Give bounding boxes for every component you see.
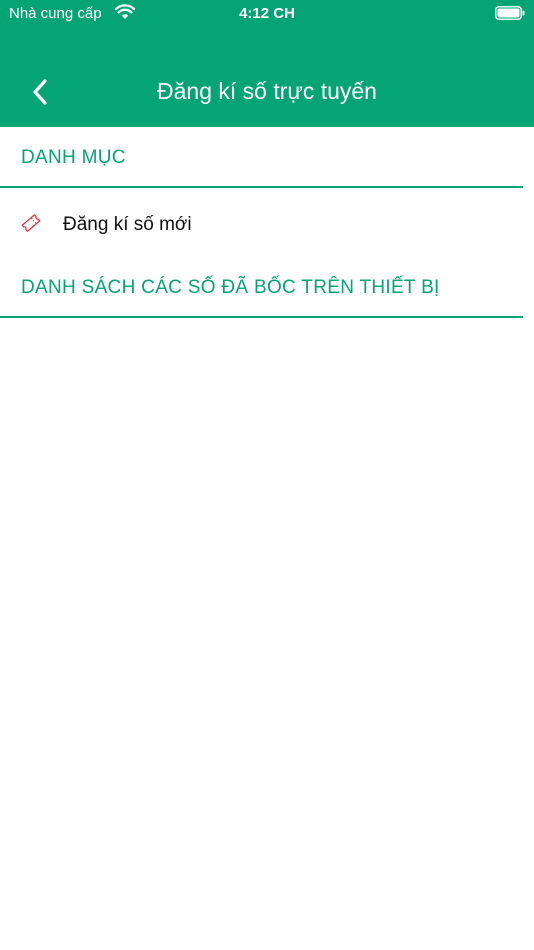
menu-item-label: Đăng kí số mới: [63, 214, 192, 235]
ticket-icon: [21, 214, 41, 232]
section-header-categories: DANH MỤC: [0, 128, 523, 188]
status-time: 4:12 CH: [239, 5, 295, 22]
status-bar: Nhà cung cấp 4:12 CH: [0, 0, 534, 28]
header-bar: Nhà cung cấp 4:12 CH Đăng kí số trực tuy…: [0, 0, 534, 127]
section-header-issued-numbers: DANH SÁCH CÁC SỐ ĐÃ BỐC TRÊN THIẾT BỊ: [0, 258, 523, 318]
battery-icon: [495, 6, 525, 20]
section-title: DANH MỤC: [21, 147, 126, 168]
page-title: Đăng kí số trực tuyến: [157, 78, 377, 104]
menu-item-register-new-number[interactable]: Đăng kí số mới: [0, 194, 523, 256]
section-title: DANH SÁCH CÁC SỐ ĐÃ BỐC TRÊN THIẾT BỊ: [21, 277, 440, 298]
